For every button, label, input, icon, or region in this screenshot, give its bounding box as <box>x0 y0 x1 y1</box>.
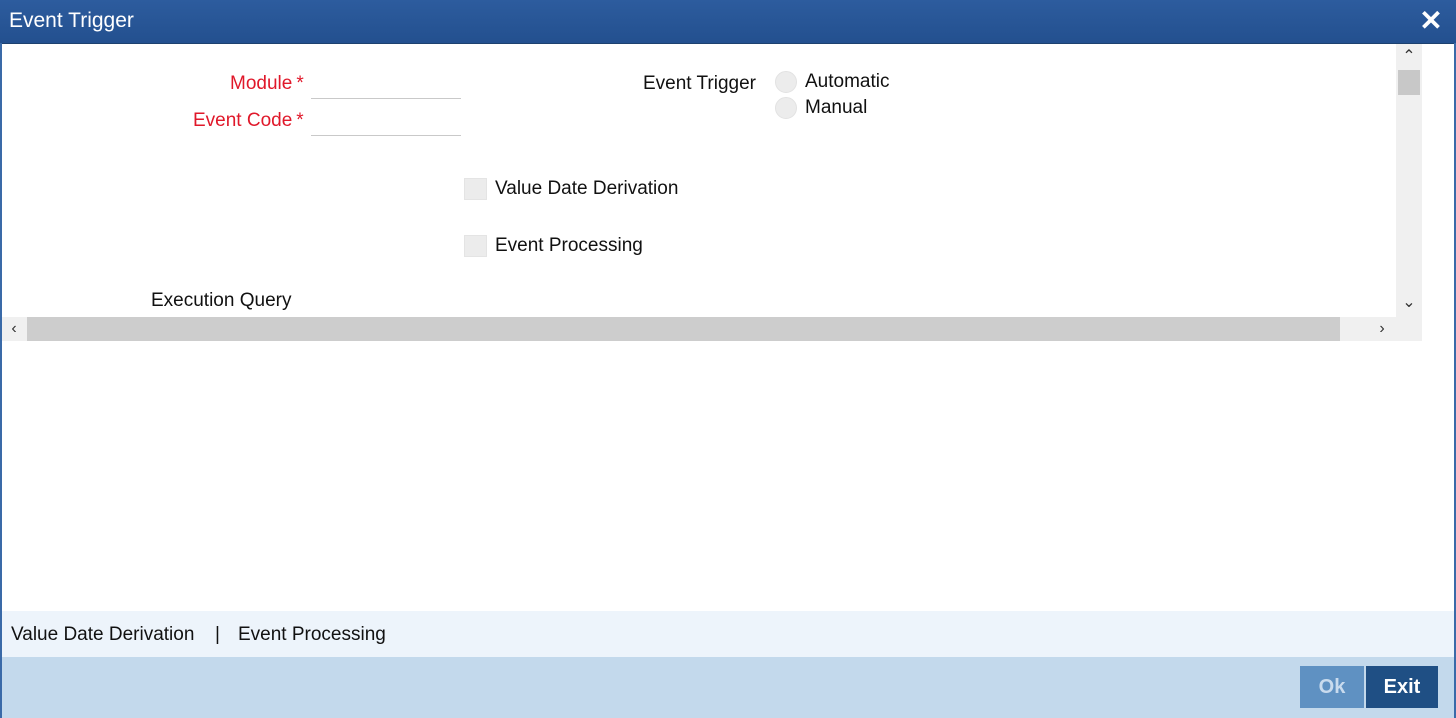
event-code-label: Event Code * <box>193 110 304 131</box>
exit-button[interactable]: Exit <box>1366 666 1438 708</box>
manual-radio[interactable] <box>775 97 797 119</box>
vertical-scrollbar[interactable]: ⌃ ⌄ <box>1396 44 1422 317</box>
scrollbar-corner <box>1396 317 1422 341</box>
required-icon: * <box>296 73 304 94</box>
subtab-event-processing[interactable]: Event Processing <box>238 624 386 646</box>
window-titlebar: Event Trigger ✕ <box>0 0 1456 44</box>
subsystem-tabs: Value Date Derivation | Event Processing <box>2 611 1454 657</box>
horizontal-scroll-thumb[interactable] <box>27 317 1340 341</box>
automatic-radio-label: Automatic <box>805 71 890 92</box>
scroll-right-icon[interactable]: › <box>1370 317 1394 341</box>
ok-button[interactable]: Ok <box>1300 666 1364 708</box>
event-trigger-label: Event Trigger <box>643 73 756 94</box>
manual-radio-label: Manual <box>805 97 868 118</box>
scroll-down-icon[interactable]: ⌄ <box>1396 292 1422 314</box>
module-input[interactable] <box>311 74 461 99</box>
event-processing-checkbox[interactable] <box>464 235 487 257</box>
automatic-radio[interactable] <box>775 71 797 93</box>
window-title: Event Trigger <box>9 9 134 32</box>
execution-query-label: Execution Query <box>151 290 292 311</box>
scroll-up-icon[interactable]: ⌃ <box>1396 46 1422 68</box>
event-processing-label: Event Processing <box>495 235 643 256</box>
value-date-derivation-label: Value Date Derivation <box>495 178 679 199</box>
event-code-input[interactable] <box>311 111 461 136</box>
value-date-derivation-checkbox[interactable] <box>464 178 487 200</box>
form-panel: Module * Event Code * Event Trigger Automa… <box>2 44 1396 317</box>
module-label: Module * <box>230 73 304 94</box>
scroll-left-icon[interactable]: ‹ <box>2 317 26 341</box>
vertical-scroll-thumb[interactable] <box>1398 70 1420 95</box>
horizontal-scrollbar[interactable]: ‹ › <box>2 317 1396 341</box>
subtab-separator: | <box>215 624 220 645</box>
required-icon: * <box>296 110 304 131</box>
close-icon[interactable]: ✕ <box>1418 7 1444 35</box>
subtab-value-date-derivation[interactable]: Value Date Derivation <box>11 624 194 646</box>
footer-bar: Ok Exit <box>2 657 1454 718</box>
